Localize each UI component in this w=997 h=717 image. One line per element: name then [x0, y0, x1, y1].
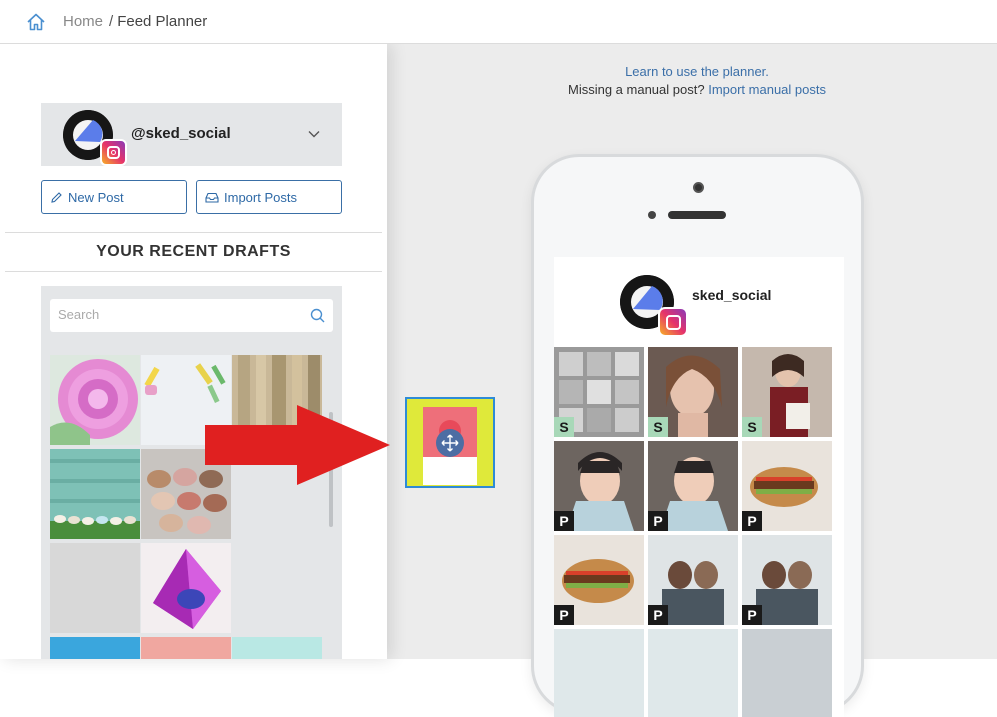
top-bar: Home / Feed Planner	[0, 0, 997, 44]
instagram-icon	[658, 307, 688, 337]
feed-post[interactable]: P	[742, 535, 832, 625]
planner-area: Learn to use the planner. Missing a manu…	[387, 44, 997, 717]
feed-post[interactable]: S	[648, 347, 738, 437]
profile-username: sked_social	[692, 287, 772, 303]
draft-thumbnail[interactable]	[50, 355, 140, 445]
left-panel: @sked_social New Post Import Posts YOUR …	[0, 44, 387, 659]
account-handle: @sked_social	[131, 125, 231, 142]
feed-post[interactable]: P	[648, 535, 738, 625]
feed-post[interactable]: P	[554, 535, 644, 625]
published-badge: P	[742, 605, 762, 625]
pencil-icon	[51, 191, 62, 203]
feed-post[interactable]	[648, 629, 738, 717]
missing-post-text: Missing a manual post?	[568, 82, 705, 97]
search-box	[50, 299, 333, 332]
draft-thumbnail[interactable]	[232, 637, 322, 659]
move-icon[interactable]	[436, 429, 464, 457]
feed-post[interactable]	[554, 629, 644, 717]
breadcrumb-home[interactable]: Home	[63, 13, 103, 30]
chevron-down-icon[interactable]	[307, 127, 321, 141]
published-badge: P	[554, 605, 574, 625]
phone-mockup: sked_social S S S P P P P P P	[531, 154, 864, 717]
scheduled-badge: S	[648, 417, 668, 437]
scheduled-badge: S	[742, 417, 762, 437]
draft-thumbnail[interactable]	[50, 449, 140, 539]
dragged-post[interactable]	[405, 397, 495, 488]
feed-post[interactable]: S	[554, 347, 644, 437]
drafts-title: YOUR RECENT DRAFTS	[5, 232, 382, 272]
phone-screen: sked_social S S S P P P P P P	[554, 257, 844, 717]
published-badge: P	[648, 605, 668, 625]
new-post-label: New Post	[68, 189, 124, 205]
published-badge: P	[742, 511, 762, 531]
instagram-icon	[100, 139, 127, 166]
phone-speaker	[668, 211, 726, 219]
published-badge: P	[554, 511, 574, 531]
search-icon[interactable]	[310, 308, 325, 323]
import-manual-posts-link[interactable]: Import manual posts	[708, 82, 826, 97]
account-selector[interactable]: @sked_social	[41, 103, 342, 166]
feed-post[interactable]: P	[742, 441, 832, 531]
draft-thumbnail[interactable]	[141, 543, 231, 633]
learn-planner-link[interactable]: Learn to use the planner.	[625, 64, 769, 79]
import-posts-button[interactable]: Import Posts	[196, 180, 342, 214]
inbox-icon	[205, 192, 219, 203]
published-badge: P	[648, 511, 668, 531]
breadcrumb-current: Feed Planner	[117, 13, 208, 30]
scheduled-badge: S	[554, 417, 574, 437]
feed-post[interactable]: P	[648, 441, 738, 531]
draft-thumbnail[interactable]	[141, 637, 231, 659]
feed-post[interactable]: S	[742, 347, 832, 437]
draft-thumbnail[interactable]	[50, 637, 140, 659]
import-posts-label: Import Posts	[224, 189, 297, 205]
draft-thumbnail[interactable]	[50, 543, 140, 633]
phone-camera	[693, 182, 704, 193]
feed-post[interactable]	[742, 629, 832, 717]
home-icon[interactable]	[26, 12, 46, 32]
phone-sensor	[648, 211, 656, 219]
feed-post[interactable]: P	[554, 441, 644, 531]
new-post-button[interactable]: New Post	[41, 180, 187, 214]
arrow-right-icon	[205, 405, 390, 485]
search-input[interactable]	[58, 299, 298, 330]
breadcrumb-separator: /	[109, 13, 114, 30]
